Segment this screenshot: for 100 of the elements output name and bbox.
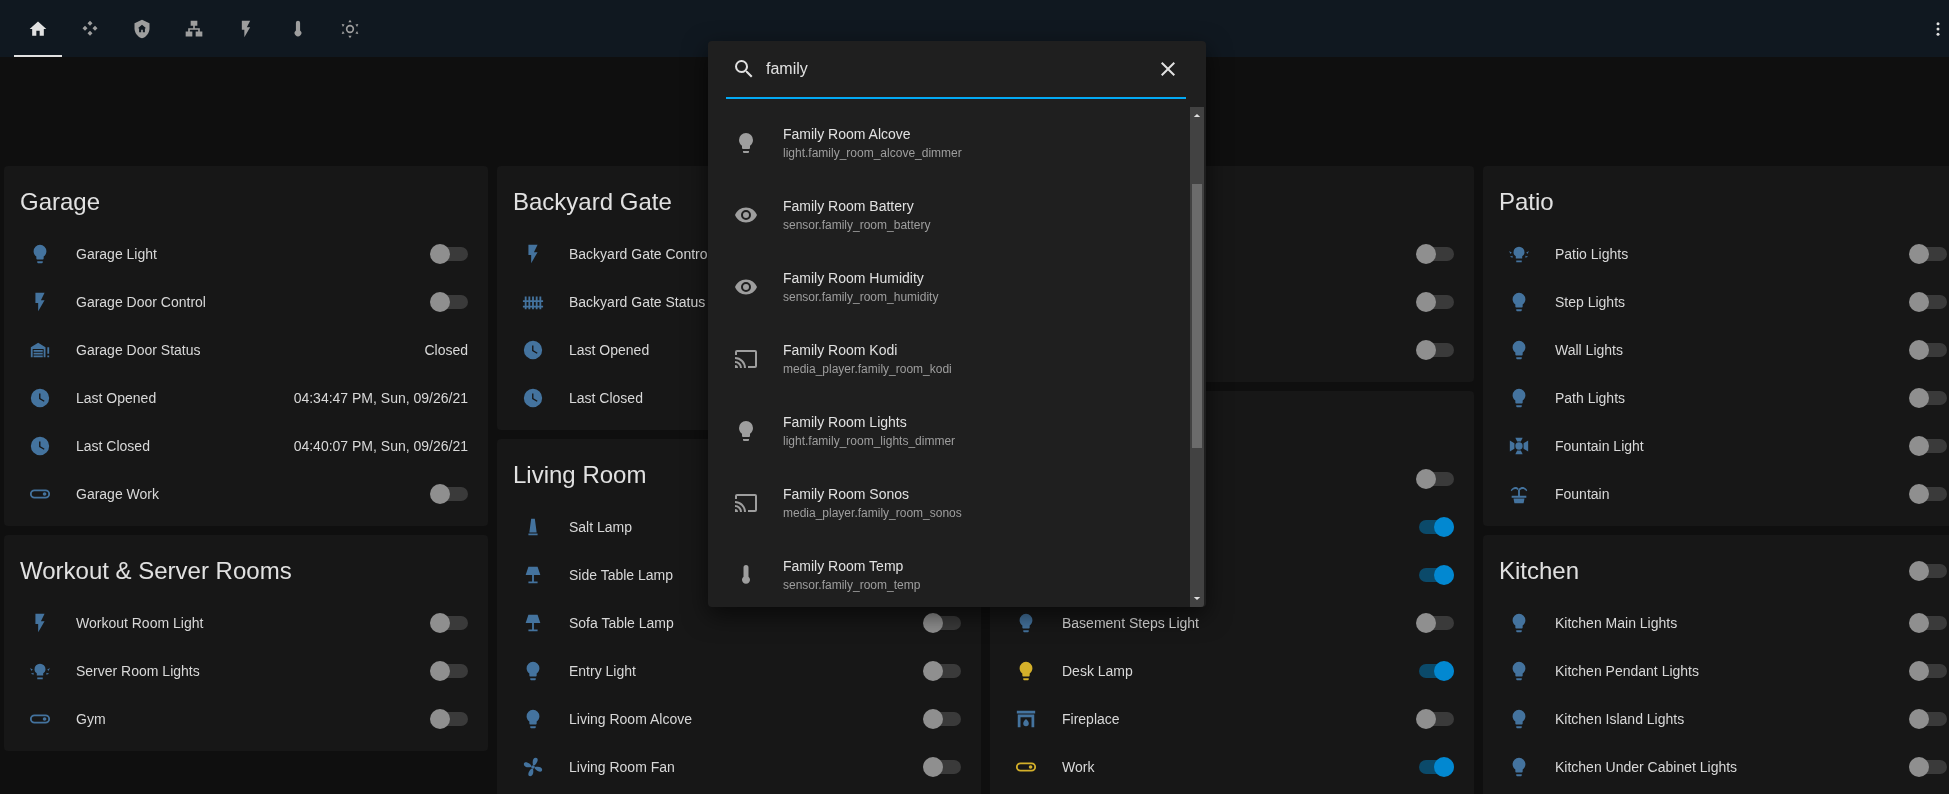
toggle-switch[interactable]	[430, 613, 468, 633]
search-result[interactable]: Family Room Lights light.family_room_lights_dimmer	[708, 395, 1190, 467]
scrollbar[interactable]	[1190, 107, 1204, 607]
toggle-switch[interactable]	[923, 613, 961, 633]
toggle-switch[interactable]	[1416, 709, 1454, 729]
entity-name: Backyard Gate Status	[569, 294, 706, 310]
entity-name: Kitchen Pendant Lights	[1555, 663, 1699, 679]
search-result[interactable]: Family Room Kodi media_player.family_room_kodi	[708, 323, 1190, 395]
clock-icon	[29, 387, 51, 409]
toggle-switch[interactable]	[1416, 292, 1454, 312]
entity-name: Last Closed	[76, 438, 150, 454]
result-name: Family Room Lights	[783, 414, 908, 430]
entity-name: Last Opened	[569, 342, 650, 358]
entity-name: Step Lights	[1555, 294, 1626, 310]
toggle-switch[interactable]	[1909, 244, 1947, 264]
toggle-switch[interactable]	[1909, 613, 1947, 633]
fan-icon	[522, 756, 544, 778]
search-result[interactable]: Family Room Battery sensor.family_room_battery	[708, 179, 1190, 251]
cast-icon	[734, 347, 758, 371]
entity-name: Path Lights	[1555, 390, 1626, 406]
toggle-switch[interactable]	[1909, 292, 1947, 312]
card-title: Backyard Gate	[513, 187, 672, 217]
entity-name: Kitchen Under Cabinet Lights	[1555, 759, 1738, 775]
entity-name: Sofa Table Lamp	[569, 615, 674, 631]
entity-name: Kitchen Main Lights	[1555, 615, 1678, 631]
cast-icon	[734, 491, 758, 515]
entity-id: light.family_room_alcove_dimmer	[783, 146, 962, 160]
toggle-switch[interactable]	[923, 757, 961, 777]
clock-icon	[522, 339, 544, 361]
scroll-down-icon[interactable]	[1193, 596, 1201, 601]
card-title: Garage	[20, 187, 101, 217]
result-name: Family Room Kodi	[783, 342, 899, 358]
toggle-switch[interactable]	[1909, 709, 1947, 729]
entity-id: sensor.family_room_humidity	[783, 290, 939, 304]
search-field[interactable]: family	[766, 60, 1146, 78]
entity-name: Fountain	[1555, 486, 1610, 502]
entity-name: Backyard Gate Contro	[569, 246, 708, 262]
toggle-switch[interactable]	[430, 244, 468, 264]
entity-state: 04:34:47 PM, Sun, 09/26/21	[293, 390, 468, 406]
card-title: Living Room	[513, 460, 647, 490]
entity-id: media_player.family_room_sonos	[783, 506, 962, 520]
search-result[interactable]: Family Room Sonos media_player.family_room_sonos	[708, 467, 1190, 539]
search-result[interactable]: Family Room Humidity sensor.family_room_humidity	[708, 251, 1190, 323]
toggle-switch[interactable]	[1909, 757, 1947, 777]
toggle-switch[interactable]	[430, 484, 468, 504]
toggle-switch[interactable]	[1909, 340, 1947, 360]
entity-id: sensor.family_room_temp	[783, 578, 921, 592]
toggle-switch[interactable]	[1416, 340, 1454, 360]
entity-name: Last Opened	[76, 390, 157, 406]
entity-state: Closed	[424, 342, 468, 358]
toggle-switch[interactable]	[1416, 469, 1454, 489]
toggle-switch[interactable]	[1416, 613, 1454, 633]
result-name: Family Room Temp	[783, 558, 905, 574]
entity-name: Desk Lamp	[1062, 663, 1133, 679]
entity-name: Wall Lights	[1555, 342, 1623, 358]
toggle-switch[interactable]	[1909, 436, 1947, 456]
result-name: Family Room Alcove	[783, 126, 912, 142]
result-name: Family Room Sonos	[783, 486, 911, 502]
toggle-switch[interactable]	[923, 709, 961, 729]
entity-name: Living Room Fan	[569, 759, 675, 775]
result-name: Family Room Battery	[783, 198, 915, 214]
entity-id: light.family_room_lights_dimmer	[783, 434, 956, 448]
network-icon	[184, 18, 204, 39]
entity-name: Living Room Alcove	[569, 711, 692, 727]
entity-name: Entry Light	[569, 663, 636, 679]
entity-name: Server Room Lights	[76, 663, 200, 679]
search-result[interactable]: Family Room Temp sensor.family_room_temp	[708, 539, 1190, 611]
toggle-switch[interactable]	[430, 292, 468, 312]
entity-state: 04:40:07 PM, Sun, 09/26/21	[293, 438, 468, 454]
toggle-switch[interactable]	[430, 709, 468, 729]
card-title: Patio	[1499, 187, 1554, 217]
entity-name: Gym	[76, 711, 106, 727]
entity-name: Garage Light	[76, 246, 157, 262]
search-result[interactable]: Family Room Alcove light.family_room_alcove_dimmer	[708, 107, 1190, 179]
toggle-switch[interactable]	[1909, 661, 1947, 681]
entity-name: Garage Door Control	[76, 294, 206, 310]
spotlight-icon	[1508, 435, 1530, 457]
entity-name: Side Table Lamp	[569, 567, 674, 583]
toggle-switch[interactable]	[1909, 388, 1947, 408]
toggle-switch[interactable]	[1909, 561, 1947, 581]
result-name: Family Room Humidity	[783, 270, 925, 286]
toggle-switch[interactable]	[1416, 244, 1454, 264]
card-title: Workout & Server Rooms	[20, 556, 292, 586]
entity-name: Work	[1062, 759, 1095, 775]
clock-icon	[522, 387, 544, 409]
entity-id: sensor.family_room_battery	[783, 218, 931, 232]
toggle-switch[interactable]	[923, 661, 961, 681]
entity-id: media_player.family_room_kodi	[783, 362, 952, 376]
clock-icon	[29, 435, 51, 457]
entity-name: Garage Work	[76, 486, 159, 502]
entity-name: Basement Steps Light	[1062, 615, 1199, 631]
sun-icon	[340, 18, 360, 39]
entity-name: Fireplace	[1062, 711, 1120, 727]
toggle-switch[interactable]	[430, 661, 468, 681]
toggle-switch[interactable]	[1909, 484, 1947, 504]
shield-icon	[132, 18, 152, 39]
entity-name: Garage Door Status	[76, 342, 201, 358]
entity-name: Salt Lamp	[569, 519, 633, 535]
scroll-up-icon[interactable]	[1193, 113, 1201, 118]
entity-name: Last Closed	[569, 390, 643, 406]
